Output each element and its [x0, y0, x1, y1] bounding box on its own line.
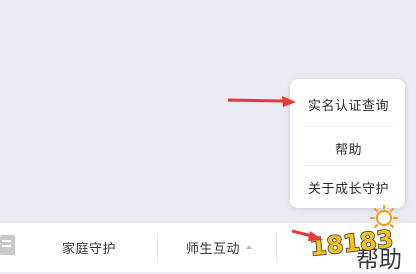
chat-icon[interactable] [0, 235, 15, 255]
menu-item-real-name-verification[interactable]: 实名认证查询 [304, 83, 393, 126]
watermark-text: 18183 [309, 225, 395, 262]
more-options-popup-menu: 实名认证查询 帮助 关于成长守护 [290, 79, 405, 208]
teacher-student-tab[interactable]: 师生互动 [186, 223, 253, 272]
sun-icon [370, 205, 398, 228]
menu-item-label: 关于成长守护 [307, 182, 389, 197]
app-screen: 实名认证查询 帮助 关于成长守护 家庭守护 师生互动 帮助 18183 [0, 0, 416, 273]
menu-item-label: 实名认证查询 [307, 99, 389, 114]
arrow-to-real-name-item [227, 96, 296, 107]
nav-divider [157, 233, 158, 262]
family-guard-tab[interactable]: 家庭守护 [62, 223, 116, 272]
menu-item-label: 帮助 [334, 143, 362, 158]
menu-item-about-growth-guard[interactable]: 关于成长守护 [304, 165, 393, 209]
nav-divider [276, 233, 277, 262]
family-guard-label: 家庭守护 [62, 242, 117, 257]
teacher-student-label: 师生互动 [186, 242, 241, 257]
watermark-logo: 18183 [308, 205, 398, 262]
caret-up-icon [246, 244, 253, 249]
menu-item-help[interactable]: 帮助 [304, 126, 393, 170]
